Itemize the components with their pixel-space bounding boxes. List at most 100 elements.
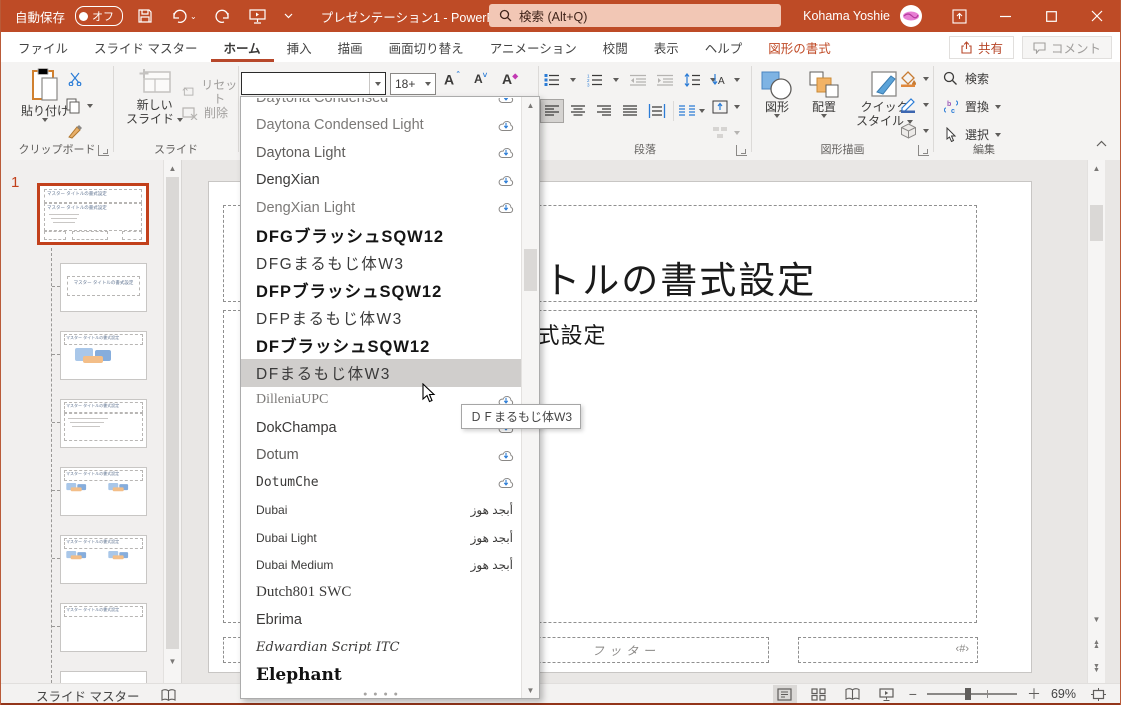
line-spacing-button[interactable] [683, 71, 700, 88]
redo-button[interactable] [211, 7, 235, 26]
drawing-dialog-launcher[interactable] [918, 145, 929, 156]
shapes-button[interactable]: 図形 [760, 70, 794, 118]
text-direction-button[interactable]: A [711, 71, 740, 88]
master-slide-thumbnail[interactable]: マスター タイトルの書式設定 マスター タイトルの書式設定 [37, 183, 149, 245]
font-option[interactable]: DFPブラッシュSQW12 [241, 277, 521, 305]
format-painter-button[interactable] [67, 124, 83, 140]
layout-thumbnail-7[interactable] [60, 671, 147, 683]
layout-thumbnail-6[interactable]: マスター タイトルの書式設定 [60, 603, 147, 652]
align-center-button[interactable] [567, 100, 589, 122]
columns-button[interactable] [678, 103, 695, 120]
normal-view-button[interactable] [772, 684, 797, 704]
font-option[interactable]: DotumChe [241, 469, 521, 497]
scroll-up-arrow[interactable]: ▲ [1088, 160, 1105, 176]
font-option[interactable]: DengXian [241, 167, 521, 195]
tab-9[interactable]: ヘルプ [692, 32, 756, 62]
scroll-down-arrow[interactable]: ▼ [522, 682, 539, 698]
new-slide-button[interactable]: 新しい スライド [126, 68, 184, 126]
scroll-up-arrow[interactable]: ▲ [164, 160, 181, 176]
scroll-up-arrow[interactable]: ▲ [522, 97, 539, 113]
font-option[interactable]: Dotum [241, 442, 521, 470]
scroll-down-arrow[interactable]: ▼ [1088, 611, 1105, 627]
zoom-slider[interactable] [926, 688, 1017, 700]
layout-thumbnail-4[interactable]: マスター タイトルの書式設定 [60, 467, 147, 516]
user-name[interactable]: Kohama Yoshie [803, 9, 890, 23]
layout-thumbnail-2[interactable]: マスター タイトルの書式設定 [60, 331, 147, 380]
tab-6[interactable]: アニメーション [477, 32, 590, 62]
paste-button[interactable]: 貼り付け [21, 68, 69, 122]
previous-slide-button[interactable]: ▲ ▲ [1088, 637, 1105, 653]
font-option[interactable]: Edwardian Script ITC [241, 634, 521, 662]
shape-outline-button[interactable] [900, 96, 929, 113]
font-option[interactable]: Elephant [241, 662, 521, 690]
tab-7[interactable]: 校閲 [590, 32, 641, 62]
clipboard-dialog-launcher[interactable] [98, 145, 109, 156]
layout-thumbnail-3[interactable]: マスター タイトルの書式設定 [60, 399, 147, 448]
reset-button[interactable]: リセット [182, 78, 238, 106]
font-option[interactable]: DFGブラッシュSQW12 [241, 222, 521, 250]
canvas-scrollbar[interactable]: ▲ ▼ ▲ ▲ ▼ ▼ [1087, 160, 1105, 683]
chevron-down-icon[interactable] [613, 77, 619, 82]
font-option[interactable]: Daytona Light [241, 139, 521, 167]
undo-button[interactable]: ⌄ [167, 7, 201, 26]
slide-sorter-view-button[interactable] [807, 685, 831, 704]
tab-5[interactable]: 画面切り替え [376, 32, 477, 62]
font-dropdown-scrollbar[interactable]: ▲ ▼ [521, 97, 539, 698]
font-option[interactable]: Dutch801 SWC [241, 579, 521, 607]
slideshow-view-button[interactable] [875, 685, 899, 704]
collapse-ribbon-button[interactable] [1096, 140, 1107, 147]
font-option[interactable]: DFPまるもじ体W3 [241, 304, 521, 332]
font-size-combobox[interactable]: 18+ [390, 73, 436, 95]
delete-button[interactable]: 削除 [182, 106, 228, 120]
font-option[interactable]: Daytona Condensed Light [241, 112, 521, 140]
next-slide-button[interactable]: ▼ ▼ [1088, 661, 1105, 677]
chevron-down-icon[interactable] [699, 109, 705, 113]
zoom-out-button[interactable]: − [909, 686, 917, 702]
decrease-font-size-button[interactable]: A˅ [474, 71, 487, 86]
customize-qat-button[interactable] [280, 11, 297, 21]
clear-formatting-button[interactable]: A◆ [502, 71, 518, 87]
reading-view-button[interactable] [841, 685, 865, 704]
font-option[interactable]: Dubai Light أبجد هوز [241, 524, 521, 552]
maximize-button[interactable] [1028, 0, 1074, 32]
scroll-down-arrow[interactable]: ▼ [164, 653, 181, 669]
font-option[interactable]: DFGまるもじ体W3 [241, 249, 521, 277]
layout-thumbnail-5[interactable]: マスター タイトルの書式設定 [60, 535, 147, 584]
font-option[interactable]: DengXian Light [241, 194, 521, 222]
justify-button[interactable] [619, 100, 641, 122]
increase-indent-button[interactable] [656, 71, 673, 88]
font-option[interactable]: DFブラッシュSQW12 [241, 332, 521, 360]
thumbnail-scrollbar[interactable]: ▲ ▼ [163, 160, 181, 683]
shape-effects-button[interactable] [900, 122, 929, 139]
slide-number-placeholder[interactable]: ‹#› [798, 637, 978, 663]
font-option[interactable]: DFまるもじ体W3 [241, 359, 521, 387]
font-option[interactable]: Ebrima [241, 607, 521, 635]
tab-4[interactable]: 描画 [325, 32, 376, 62]
save-button[interactable] [133, 6, 157, 26]
resize-handle[interactable]: ● ● ● ● [241, 691, 522, 698]
tab-10[interactable]: 図形の書式 [755, 32, 844, 62]
cut-button[interactable] [67, 72, 83, 86]
zoom-in-button[interactable]: ＋ [1027, 684, 1041, 704]
tab-8[interactable]: 表示 [641, 32, 692, 62]
font-name-combobox[interactable] [241, 72, 386, 95]
avatar[interactable] [900, 5, 922, 27]
chevron-down-icon[interactable] [570, 77, 576, 82]
font-name-input[interactable] [242, 73, 369, 94]
close-button[interactable] [1074, 0, 1120, 32]
zoom-level[interactable]: 69% [1051, 687, 1076, 701]
tab-3[interactable]: 挿入 [274, 32, 325, 62]
font-option[interactable]: Dubai Medium أبجد هوز [241, 552, 521, 580]
font-option[interactable]: Daytona Condensed [241, 98, 521, 112]
decrease-indent-button[interactable] [629, 71, 646, 88]
tab-1[interactable]: スライド マスター [81, 32, 210, 62]
comments-button[interactable]: コメント [1021, 36, 1112, 59]
copy-button[interactable] [65, 98, 93, 114]
share-button[interactable]: 共有 [948, 36, 1014, 59]
layout-thumbnail-1[interactable]: マスター タイトルの書式設定 [60, 263, 147, 312]
font-name-dropdown-arrow[interactable] [369, 73, 385, 94]
align-left-button[interactable] [540, 99, 564, 123]
search-box[interactable]: 検索 (Alt+Q) [489, 4, 781, 27]
distribute-text-button[interactable] [645, 100, 669, 122]
increase-font-size-button[interactable]: A＾ [444, 71, 462, 88]
